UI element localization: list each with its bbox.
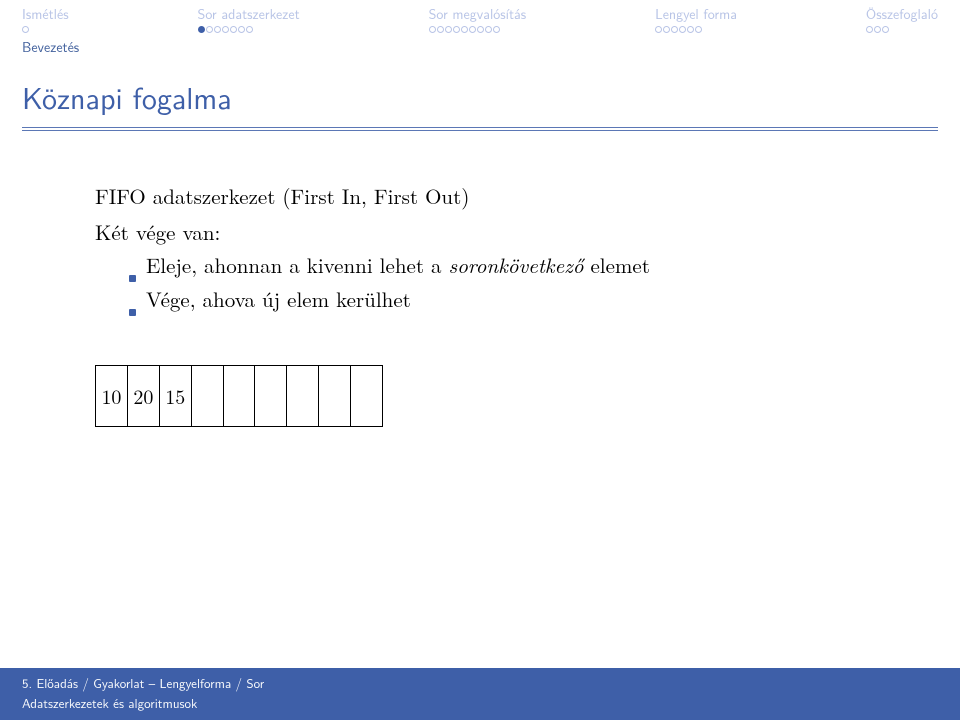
- progress-dots: [198, 26, 253, 33]
- footer: 5. Előadás / Gyakorlat – Lengyelforma / …: [0, 668, 960, 720]
- footer-line-2: Adatszerkezetek és algoritmusok: [22, 694, 938, 714]
- list-item: Eleje, ahonnan a kivenni lehet a soronkö…: [129, 250, 900, 282]
- queue-cell: [224, 365, 256, 427]
- line-two: Két vége van:: [95, 217, 900, 249]
- queue-cell: [287, 365, 319, 427]
- title-separator: [22, 127, 938, 131]
- progress-dots: [22, 26, 29, 33]
- progress-dots: [866, 26, 889, 33]
- queue-cell: 20: [128, 365, 160, 427]
- nav-label: Sor megvalósítás: [429, 4, 527, 24]
- content-body: FIFO adatszerkezet (First In, First Out)…: [0, 141, 960, 427]
- item-text: Eleje, ahonnan a kivenni lehet a soronkö…: [146, 250, 650, 282]
- nav-label: Ismétlés: [22, 4, 69, 24]
- nav-item-osszefoglalo[interactable]: Összefoglaló: [866, 4, 938, 33]
- page-title: Köznapi fogalma: [22, 75, 938, 119]
- nav-bar: Ismétlés Sor adatszerkezet Sor megvalósí…: [0, 0, 960, 33]
- nav-item-lengyel-forma[interactable]: Lengyel forma: [655, 4, 737, 33]
- lead-line: FIFO adatszerkezet (First In, First Out): [95, 181, 900, 213]
- nav-label: Lengyel forma: [655, 4, 737, 24]
- title-area: Köznapi fogalma: [0, 57, 960, 141]
- bullet-icon: [129, 275, 136, 282]
- queue-cell: [351, 365, 383, 427]
- bullet-icon: [129, 309, 136, 316]
- nav-label: Összefoglaló: [866, 4, 938, 24]
- progress-dots: [429, 26, 500, 33]
- queue-cell: [192, 365, 224, 427]
- queue-cells: 102015: [95, 365, 383, 427]
- queue-cell: [255, 365, 287, 427]
- nav-item-ismetles[interactable]: Ismétlés: [22, 4, 69, 33]
- subsection-label: Bevezetés: [0, 33, 960, 57]
- queue-cell: [319, 365, 351, 427]
- footer-line-1: 5. Előadás / Gyakorlat – Lengyelforma / …: [22, 674, 938, 694]
- bullet-list: Eleje, ahonnan a kivenni lehet a soronkö…: [95, 250, 900, 315]
- queue-diagram: 102015: [95, 365, 900, 427]
- nav-label: Sor adatszerkezet: [198, 4, 300, 24]
- nav-item-sor-megvalositas[interactable]: Sor megvalósítás: [429, 4, 527, 33]
- nav-item-sor-adatszerkezet[interactable]: Sor adatszerkezet: [198, 4, 300, 33]
- progress-dots: [655, 26, 702, 33]
- queue-cell: 15: [160, 365, 192, 427]
- queue-cell: 10: [95, 365, 128, 427]
- item-text: Vége, ahova új elem kerülhet: [146, 284, 411, 316]
- list-item: Vége, ahova új elem kerülhet: [129, 284, 900, 316]
